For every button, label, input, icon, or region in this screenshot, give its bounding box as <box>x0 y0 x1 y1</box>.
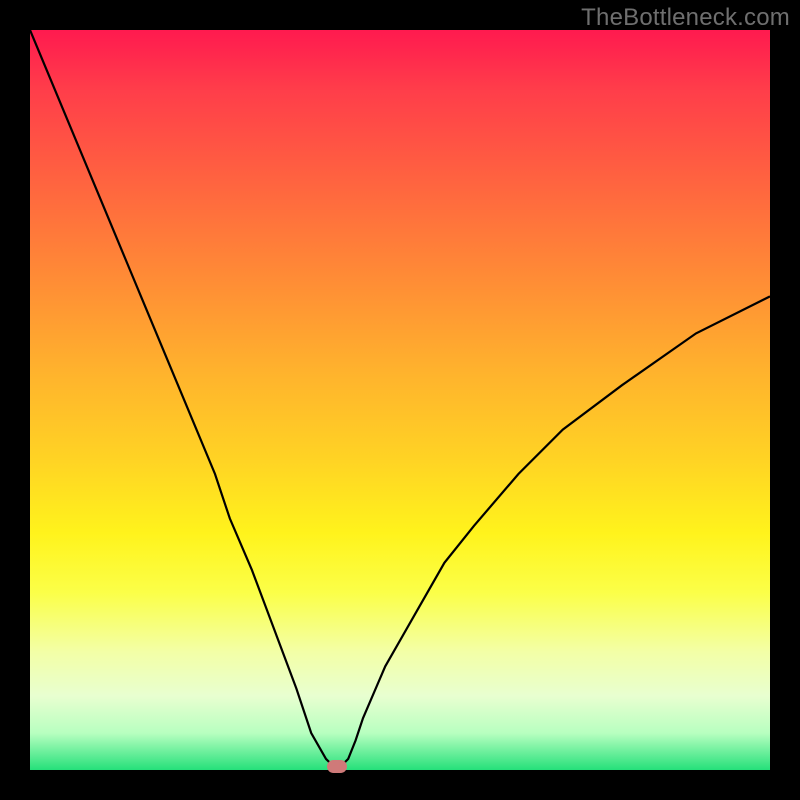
bottleneck-curve <box>30 30 770 770</box>
chart-frame: TheBottleneck.com <box>0 0 800 800</box>
plot-area <box>30 30 770 770</box>
watermark-text: TheBottleneck.com <box>581 4 790 32</box>
optimal-marker <box>327 760 347 773</box>
